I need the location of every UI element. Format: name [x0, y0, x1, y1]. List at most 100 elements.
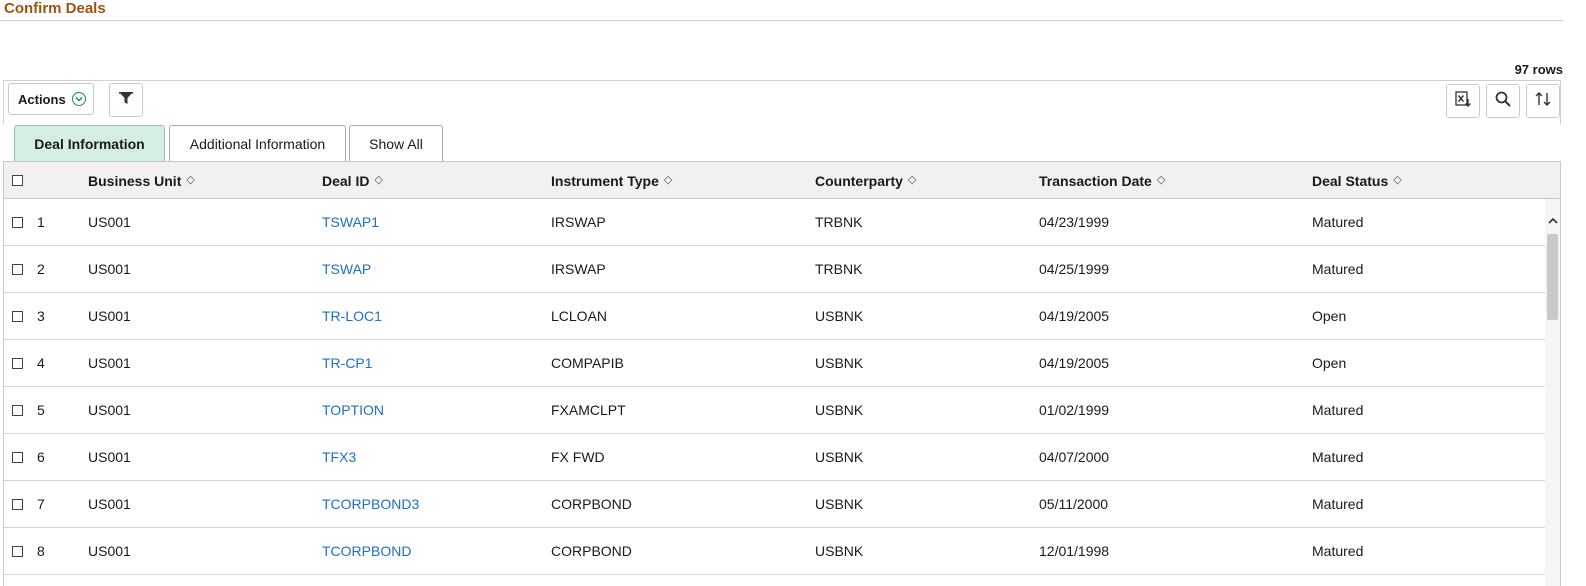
column-header-business-unit[interactable]: Business Unit ◇ [88, 162, 195, 199]
row-checkbox-cell [12, 246, 23, 292]
row-checkbox[interactable] [12, 498, 23, 510]
instrument-type-cell: FX FWD [551, 449, 605, 465]
row-number: 2 [37, 261, 45, 277]
transaction-date-cell: 04/19/2005 [1039, 355, 1110, 371]
instrument-type-cell: LCLOAN [551, 308, 608, 324]
deal-id-link[interactable]: TSWAP [322, 246, 371, 292]
sort-button[interactable] [1526, 84, 1560, 118]
business-unit-cell: US001 [88, 308, 131, 324]
row-checkbox[interactable] [12, 216, 23, 228]
grid-toolbar: Actions [3, 80, 1561, 124]
business-unit-cell: US001 [88, 355, 131, 371]
scrollbar-thumb[interactable] [1547, 234, 1558, 320]
business-unit-cell: US001 [88, 261, 131, 277]
tab-additional-information[interactable]: Additional Information [169, 125, 346, 161]
deal-id-link[interactable]: TCORPBOND [322, 528, 411, 574]
column-label: Counterparty [815, 172, 903, 189]
row-checkbox-cell [12, 387, 23, 433]
select-all-checkbox[interactable] [12, 175, 23, 186]
chevron-down-icon [71, 92, 86, 106]
sort-diamond-icon: ◇ [186, 174, 195, 186]
deal-status-cell: Matured [1312, 543, 1364, 559]
instrument-type-cell: COMPAPIB [551, 355, 624, 371]
business-unit-cell: US001 [88, 496, 131, 512]
vertical-scrollbar[interactable] [1545, 199, 1560, 586]
row-checkbox[interactable] [12, 545, 23, 557]
sort-diamond-icon: ◇ [663, 174, 673, 186]
actions-label: Actions [18, 91, 66, 107]
column-label: Instrument Type [551, 172, 659, 189]
row-checkbox-cell [12, 340, 23, 386]
excel-export-icon [1454, 90, 1472, 113]
column-label: Deal Status [1312, 172, 1389, 189]
deal-id-link[interactable]: TR-CP1 [322, 340, 373, 386]
deal-id-link[interactable]: TSWAP1 [322, 199, 379, 245]
row-checkbox-cell [12, 293, 23, 339]
instrument-type-cell: CORPBOND [551, 543, 632, 559]
deal-status-cell: Matured [1312, 261, 1364, 277]
transaction-date-cell: 12/01/1998 [1039, 543, 1110, 559]
sort-icon [1534, 90, 1552, 113]
business-unit-cell: US001 [88, 214, 131, 230]
filter-button[interactable] [109, 83, 143, 117]
row-checkbox[interactable] [12, 310, 23, 322]
table-row[interactable]: 3 US001 TR-LOC1 LCLOAN USBNK 04/19/2005 … [4, 293, 1545, 340]
grid-header: Business Unit ◇ Deal ID ◇ Instrument Type ◇… [4, 162, 1560, 199]
instrument-type-cell: IRSWAP [551, 261, 606, 277]
title-divider [0, 20, 1563, 21]
actions-button[interactable]: Actions [8, 83, 94, 115]
search-button[interactable] [1486, 84, 1520, 118]
deal-status-cell: Matured [1312, 402, 1364, 418]
table-row[interactable]: 1 US001 TSWAP1 IRSWAP TRBNK 04/23/1999 M… [4, 199, 1545, 246]
row-number: 7 [37, 496, 45, 512]
column-header-deal-status[interactable]: Deal Status ◇ [1312, 162, 1402, 199]
transaction-date-cell: 04/07/2000 [1039, 449, 1110, 465]
row-number: 6 [37, 449, 45, 465]
counterparty-cell: USBNK [815, 355, 864, 371]
row-count: 97 rows [1514, 62, 1563, 77]
row-checkbox-cell [12, 434, 23, 480]
sort-diamond-icon: ◇ [1156, 174, 1166, 186]
row-checkbox[interactable] [12, 404, 23, 416]
page-title: Confirm Deals [4, 0, 106, 17]
counterparty-cell: USBNK [815, 543, 864, 559]
tab-show-all[interactable]: Show All [349, 125, 443, 161]
column-header-instrument-type[interactable]: Instrument Type ◇ [551, 162, 672, 199]
counterparty-cell: USBNK [815, 496, 864, 512]
export-excel-button[interactable] [1446, 84, 1480, 118]
deal-status-cell: Matured [1312, 449, 1364, 465]
deal-status-cell: Matured [1312, 496, 1364, 512]
deal-status-cell: Open [1312, 355, 1347, 371]
counterparty-cell: TRBNK [815, 214, 863, 230]
counterparty-cell: USBNK [815, 308, 864, 324]
transaction-date-cell: 05/11/2000 [1039, 496, 1109, 512]
tab-deal-information[interactable]: Deal Information [14, 125, 165, 161]
deals-grid: Business Unit ◇ Deal ID ◇ Instrument Type ◇… [3, 161, 1561, 586]
deal-id-link[interactable]: TFX3 [322, 434, 356, 480]
table-row[interactable]: 6 US001 TFX3 FX FWD USBNK 04/07/2000 Mat… [4, 434, 1545, 481]
deal-id-link[interactable]: TR-LOC1 [322, 293, 382, 339]
business-unit-cell: US001 [88, 449, 131, 465]
table-row[interactable]: 5 US001 TOPTION FXAMCLPT USBNK 01/02/199… [4, 387, 1545, 434]
table-row[interactable]: 2 US001 TSWAP IRSWAP TRBNK 04/25/1999 Ma… [4, 246, 1545, 293]
row-checkbox[interactable] [12, 451, 23, 463]
counterparty-cell: USBNK [815, 449, 864, 465]
row-checkbox[interactable] [12, 357, 23, 369]
table-row[interactable]: 8 US001 TCORPBOND CORPBOND USBNK 12/01/1… [4, 528, 1545, 575]
row-checkbox[interactable] [12, 263, 23, 275]
table-row[interactable]: 7 US001 TCORPBOND3 CORPBOND USBNK 05/11/… [4, 481, 1545, 528]
transaction-date-cell: 01/02/1999 [1039, 402, 1110, 418]
select-all-header [12, 162, 23, 199]
column-label: Business Unit [88, 172, 182, 189]
deal-id-link[interactable]: TOPTION [322, 387, 384, 433]
table-row[interactable]: 4 US001 TR-CP1 COMPAPIB USBNK 04/19/2005… [4, 340, 1545, 387]
deal-id-link[interactable]: TCORPBOND3 [322, 481, 419, 527]
sort-diamond-icon: ◇ [907, 174, 917, 186]
column-header-deal-id[interactable]: Deal ID ◇ [322, 162, 383, 199]
row-checkbox-cell [12, 528, 23, 574]
scroll-up-icon[interactable] [1545, 213, 1560, 227]
column-header-counterparty[interactable]: Counterparty ◇ [815, 162, 916, 199]
column-header-transaction-date[interactable]: Transaction Date ◇ [1039, 162, 1165, 199]
business-unit-cell: US001 [88, 543, 131, 559]
deal-status-cell: Matured [1312, 214, 1364, 230]
